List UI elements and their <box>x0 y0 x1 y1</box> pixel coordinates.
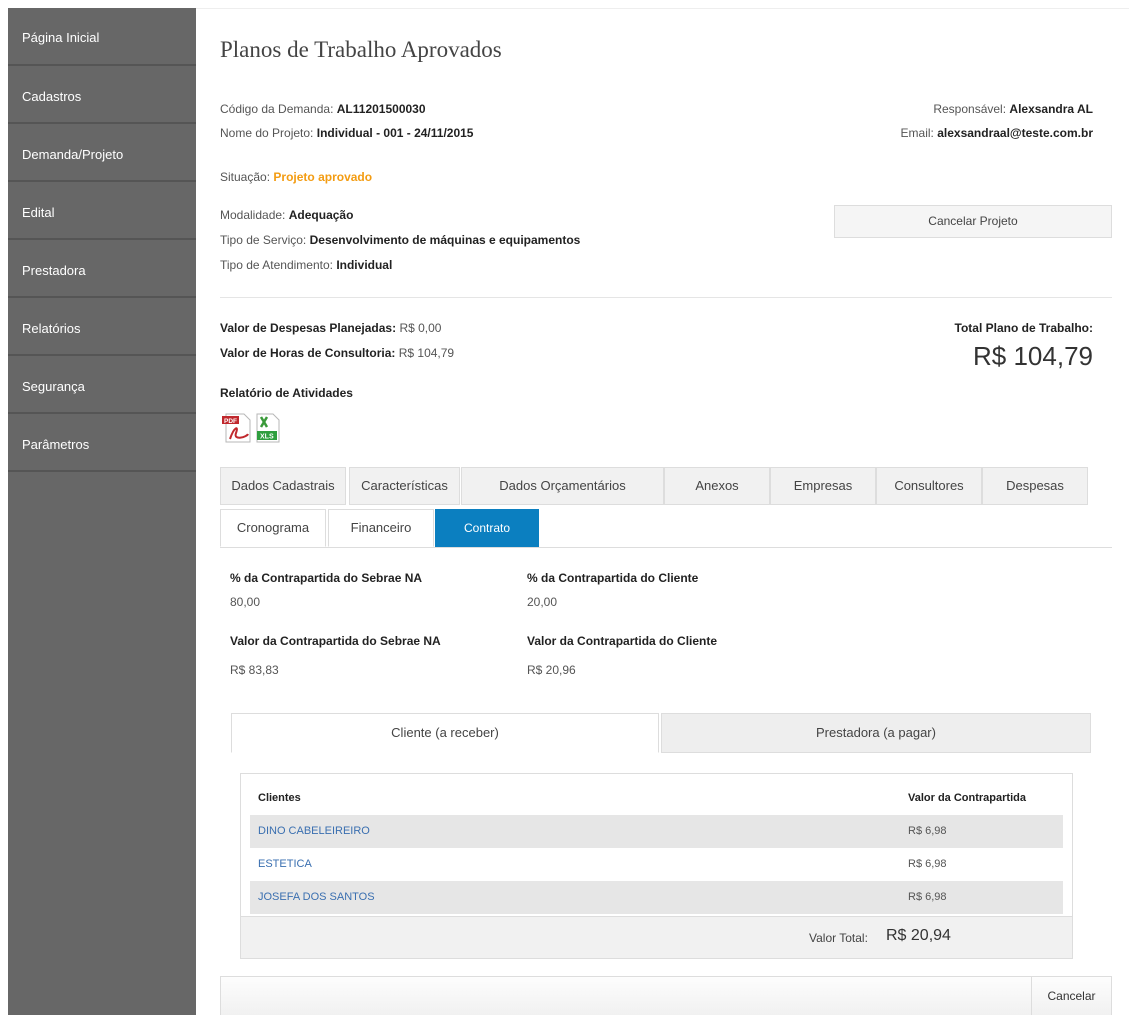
cliente-link[interactable]: DINO CABELEIREIRO <box>258 825 370 837</box>
pct-cliente-value: 20,00 <box>527 595 558 609</box>
divider <box>220 297 1112 298</box>
horas-label: Valor de Horas de Consultoria: <box>220 346 396 360</box>
horas-value: R$ 104,79 <box>398 346 455 360</box>
responsavel-value: Alexsandra AL <box>1009 102 1093 116</box>
valor-cell: R$ 6,98 <box>908 825 947 837</box>
table-row: ESTETICA R$ 6,98 <box>250 848 1063 881</box>
tab-dados-orcamentarios[interactable]: Dados Orçamentários <box>461 467 664 505</box>
servico-label: Tipo de Serviço: <box>220 233 307 247</box>
modalidade-label: Modalidade: <box>220 208 286 222</box>
table-footer: Valor Total: R$ 20,94 <box>241 916 1072 958</box>
tab-dados-cadastrais[interactable]: Dados Cadastrais <box>220 467 346 505</box>
pct-sebrae-label: % da Contrapartida do Sebrae NA <box>230 571 423 585</box>
codigo-label: Código da Demanda: <box>220 102 334 116</box>
nome-value: Individual - 001 - 24/11/2015 <box>316 126 474 140</box>
total-label: Total Plano de Trabalho: <box>954 321 1093 335</box>
situacao-label: Situação: <box>220 170 271 184</box>
tipo-servico: Tipo de Serviço: Desenvolvimento de máqu… <box>220 233 580 247</box>
val-sebrae-value: R$ 83,83 <box>230 663 279 677</box>
page-title: Planos de Trabalho Aprovados <box>220 37 502 62</box>
bottom-action-bar: Cancelar <box>220 976 1112 1015</box>
tabs-divider <box>220 547 1112 548</box>
cancel-project-button[interactable]: Cancelar Projeto <box>834 205 1112 238</box>
pdf-icon[interactable]: PDF <box>222 413 251 443</box>
modalidade: Modalidade: Adequação <box>220 208 353 222</box>
despesas-planejadas: Valor de Despesas Planejadas: R$ 0,00 <box>220 321 441 335</box>
pct-cliente-label: % da Contrapartida do Cliente <box>527 571 699 585</box>
tab-despesas[interactable]: Despesas <box>982 467 1088 505</box>
total-table-label: Valor Total: <box>809 931 868 945</box>
codigo-demanda: Código da Demanda: AL11201500030 <box>220 102 426 116</box>
pct-sebrae-value: 80,00 <box>230 595 261 609</box>
situacao: Situação: Projeto aprovado <box>220 170 372 184</box>
valor-cell: R$ 6,98 <box>908 891 947 903</box>
email: Email: alexsandraal@teste.com.br <box>901 126 1093 140</box>
tab-empresas[interactable]: Empresas <box>770 467 876 505</box>
tab-contrato[interactable]: Contrato <box>435 509 539 547</box>
svg-text:XLS: XLS <box>260 434 274 441</box>
responsavel: Responsável: Alexsandra AL <box>933 102 1093 116</box>
atendimento-value: Individual <box>336 258 393 272</box>
cliente-link[interactable]: JOSEFA DOS SANTOS <box>258 891 375 903</box>
sidebar-item-demanda-projeto[interactable]: Demanda/Projeto <box>8 124 196 182</box>
sidebar-item-pagina-inicial[interactable]: Página Inicial <box>8 8 196 66</box>
tab-cronograma[interactable]: Cronograma <box>220 509 326 547</box>
despesas-label: Valor de Despesas Planejadas: <box>220 321 397 335</box>
sidebar: Página Inicial Cadastros Demanda/Projeto… <box>8 8 196 1015</box>
tipo-atendimento: Tipo de Atendimento: Individual <box>220 258 392 272</box>
table-row: DINO CABELEIREIRO R$ 6,98 <box>250 815 1063 848</box>
servico-value: Desenvolvimento de máquinas e equipament… <box>309 233 581 247</box>
subtab-prestadora[interactable]: Prestadora (a pagar) <box>661 713 1091 753</box>
tab-anexos[interactable]: Anexos <box>664 467 770 505</box>
sidebar-item-seguranca[interactable]: Segurança <box>8 356 196 414</box>
cliente-link[interactable]: ESTETICA <box>258 858 312 870</box>
nome-label: Nome do Projeto: <box>220 126 314 140</box>
clientes-table-panel: Clientes Valor da Contrapartida DINO CAB… <box>240 773 1073 959</box>
subtabs: Cliente (a receber) Prestadora (a pagar) <box>231 713 1091 753</box>
horas-consultoria: Valor de Horas de Consultoria: R$ 104,79 <box>220 346 454 360</box>
val-sebrae-label: Valor da Contrapartida do Sebrae NA <box>230 634 441 648</box>
sidebar-item-prestadora[interactable]: Prestadora <box>8 240 196 298</box>
svg-text:PDF: PDF <box>224 418 237 425</box>
sidebar-item-parametros[interactable]: Parâmetros <box>8 414 196 472</box>
situacao-status: Projeto aprovado <box>273 170 373 184</box>
codigo-value: AL11201500030 <box>336 102 426 116</box>
tab-consultores[interactable]: Consultores <box>876 467 982 505</box>
sidebar-item-relatorios[interactable]: Relatórios <box>8 298 196 356</box>
val-cliente-value: R$ 20,96 <box>527 663 576 677</box>
subtab-cliente[interactable]: Cliente (a receber) <box>231 713 659 753</box>
email-value: alexsandraal@teste.com.br <box>937 126 1093 140</box>
valor-cell: R$ 6,98 <box>908 858 947 870</box>
tab-financeiro[interactable]: Financeiro <box>328 509 434 547</box>
modalidade-value: Adequação <box>288 208 354 222</box>
email-label: Email: <box>900 126 934 140</box>
table-header-valor: Valor da Contrapartida <box>908 792 1026 804</box>
atendimento-label: Tipo de Atendimento: <box>220 258 333 272</box>
table-row: JOSEFA DOS SANTOS R$ 6,98 <box>250 881 1063 914</box>
relatorio-label: Relatório de Atividades <box>220 386 353 400</box>
nome-projeto: Nome do Projeto: Individual - 001 - 24/1… <box>220 126 473 140</box>
sidebar-item-edital[interactable]: Edital <box>8 182 196 240</box>
tab-caracteristicas[interactable]: Características <box>349 467 460 505</box>
responsavel-label: Responsável: <box>933 102 1007 116</box>
despesas-value: R$ 0,00 <box>399 321 442 335</box>
table-header-clientes: Clientes <box>258 792 301 804</box>
total-value: R$ 104,79 <box>973 341 1093 371</box>
sidebar-item-cadastros[interactable]: Cadastros <box>8 66 196 124</box>
cancel-button[interactable]: Cancelar <box>1031 977 1111 1015</box>
xls-icon[interactable]: XLS <box>254 413 280 443</box>
main-content: Planos de Trabalho Aprovados Código da D… <box>196 8 1129 1015</box>
val-cliente-label: Valor da Contrapartida do Cliente <box>527 634 718 648</box>
total-table-value: R$ 20,94 <box>886 927 951 944</box>
